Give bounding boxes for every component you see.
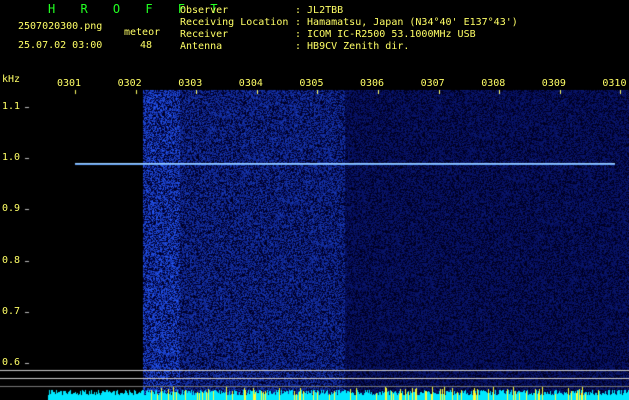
filename-label: 2507020300.png [18,21,103,32]
observer-value: : JL2TBB [295,5,344,16]
y-tick-label: 0.7 [2,305,21,317]
spectrogram-canvas [0,0,629,400]
x-tick-label: 0301 [57,78,82,89]
location-value: : Hamamatsu, Japan (N34°40' E137°43') [295,17,518,28]
x-tick-label: 0308 [481,78,506,89]
antenna-value: : HB9CV Zenith dir. [295,41,410,52]
x-tick-label: 0304 [238,78,263,89]
antenna-label: Antenna [180,41,223,52]
y-tick-label: 0.9 [2,203,21,215]
y-tick-label: 0.8 [2,254,21,266]
y-tick-label: 0.6 [2,357,21,369]
meteor-label: meteor [124,27,161,38]
receiver-value: : ICOM IC-R2500 53.1000MHz USB [295,29,476,40]
y-axis-unit: kHz [2,74,21,85]
y-tick-label: 1.1 [2,100,21,112]
location-label: Receiving Location [180,17,289,28]
observer-label: Observer [180,5,229,16]
x-tick-label: 0306 [360,78,385,89]
x-tick-label: 0307 [420,78,445,89]
x-tick-label: 0309 [541,78,566,89]
x-tick-label: 0310 [602,78,627,89]
receiver-label: Receiver [180,29,229,40]
x-tick-label: 0305 [299,78,324,89]
y-tick-label: 1.0 [2,151,21,163]
datetime-label: 25.07.02 03:00 [18,40,103,51]
x-tick-label: 0302 [117,78,142,89]
meteor-count: 48 [140,40,153,51]
x-tick-label: 0303 [178,78,203,89]
